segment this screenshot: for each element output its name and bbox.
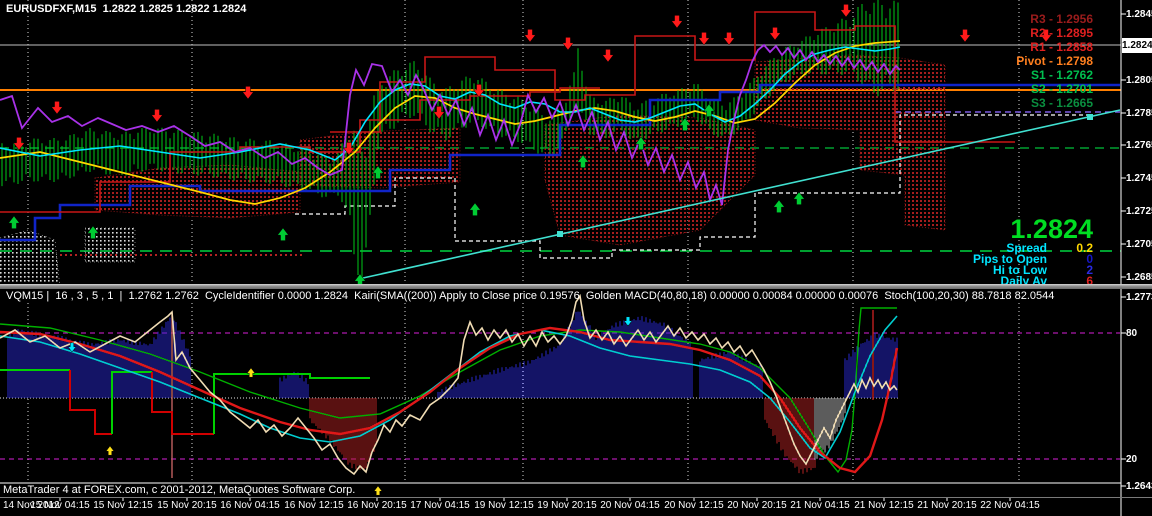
buy-arrow-icon [794, 192, 805, 205]
pivot-levels-panel: R3 - 1.2956R2 - 1.2895R1 - 1.2858Pivot -… [1016, 12, 1093, 110]
sell-arrow-icon [724, 32, 735, 45]
sell-arrow-icon [603, 49, 614, 62]
chart-title: EURUSDFXF,M15 1.2822 1.2825 1.2822 1.282… [6, 3, 246, 15]
time-axis-label: 15 Nov 12:15 [93, 500, 153, 511]
time-axis-label: 21 Nov 20:15 [917, 500, 977, 511]
time-axis-label: 16 Nov 20:15 [347, 500, 407, 511]
price-axis-label: 1.2845 [1126, 9, 1152, 20]
pivot-level-row: S1 - 1.2762 [1016, 68, 1093, 82]
time-axis-label: 19 Nov 20:15 [537, 500, 597, 511]
exit-arrow-icon [624, 317, 632, 326]
panel-splitter[interactable] [0, 284, 1152, 289]
indicator-status-bar: VQM15 | 16 , 3 , 5 , 1 | 1.2762 1.2762 C… [6, 290, 1054, 302]
price-info-rows: Spread0.2Pips to Open0Hi to Low2Daily Av… [973, 243, 1093, 287]
price-info-panel: 1.2824 Spread0.2Pips to Open0Hi to Low2D… [973, 215, 1093, 287]
entry-arrow-icon [247, 368, 255, 377]
sell-arrow-icon [699, 32, 710, 45]
sell-arrow-icon [841, 4, 852, 17]
bid-price-tag: 1.2824 [1122, 38, 1152, 53]
time-axis-label: 15 Nov 04:15 [30, 500, 90, 511]
indicator-axis-label: 20 [1126, 454, 1137, 465]
sell-arrow-icon [243, 86, 254, 99]
buy-arrow-icon [470, 203, 481, 216]
time-axis-label: 15 Nov 20:15 [157, 500, 217, 511]
current-price-value: 1.2824 [973, 215, 1093, 243]
price-axis-label: 1.2805 [1126, 75, 1152, 86]
buy-arrow-icon [9, 216, 20, 229]
pivot-level-row: S3 - 1.2665 [1016, 96, 1093, 110]
buy-arrow-icon [278, 228, 289, 241]
trendline-handle [1087, 114, 1093, 120]
pivot-level-row: R2 - 1.2895 [1016, 26, 1093, 40]
sell-arrow-icon [563, 37, 574, 50]
time-axis-label: 22 Nov 04:15 [980, 500, 1040, 511]
pivot-level-row: Pivot - 1.2798 [1016, 54, 1093, 68]
time-axis-label: 20 Nov 04:15 [600, 500, 660, 511]
indicator-axis-label: 80 [1126, 328, 1137, 339]
red-dotted-cloud [545, 115, 755, 245]
time-axis-label: 21 Nov 04:15 [790, 500, 850, 511]
price-axis-label: 1.2745 [1126, 173, 1152, 184]
time-axis-label: 20 Nov 12:15 [664, 500, 724, 511]
time-axis-label: 17 Nov 04:15 [410, 500, 470, 511]
pivot-level-row: S2 - 1.2701 [1016, 82, 1093, 96]
time-axis-label: 16 Nov 04:15 [220, 500, 280, 511]
time-axis-line [0, 497, 1152, 498]
trendline-handle [557, 231, 563, 237]
pivot-level-row: R3 - 1.2956 [1016, 12, 1093, 26]
time-axis-label: 16 Nov 12:15 [284, 500, 344, 511]
sell-arrow-icon [770, 27, 781, 40]
sell-arrow-icon [434, 106, 445, 119]
entry-arrow-icon [106, 446, 114, 455]
price-axis-label: 1.2785 [1126, 108, 1152, 119]
pivot-level-row: R1 - 1.2858 [1016, 40, 1093, 54]
time-axis-label: 20 Nov 20:15 [727, 500, 787, 511]
price-axis-label: 1.2765 [1126, 140, 1152, 151]
indicator-axis-label: 1.2773 [1126, 292, 1152, 303]
time-axis-label: 19 Nov 12:15 [474, 500, 534, 511]
sell-arrow-icon [960, 29, 971, 42]
price-axis-label: 1.2705 [1126, 239, 1152, 250]
sell-arrow-icon [152, 109, 163, 122]
indicator-axis-label: 1.2643 [1126, 481, 1152, 492]
terminal-copyright: MetaTrader 4 at FOREX.com, c 2001-2012, … [3, 484, 355, 496]
sell-arrow-icon [672, 15, 683, 28]
sell-arrow-icon [52, 101, 63, 114]
red-dotted-cloud [300, 128, 460, 188]
sell-arrow-icon [525, 29, 536, 42]
price-axis-label: 1.2725 [1126, 206, 1152, 217]
time-axis-label: 21 Nov 12:15 [854, 500, 914, 511]
entry-arrow-icon [374, 486, 382, 495]
buy-arrow-icon [774, 200, 785, 213]
price-axis-label: 1.2685 [1126, 272, 1152, 283]
